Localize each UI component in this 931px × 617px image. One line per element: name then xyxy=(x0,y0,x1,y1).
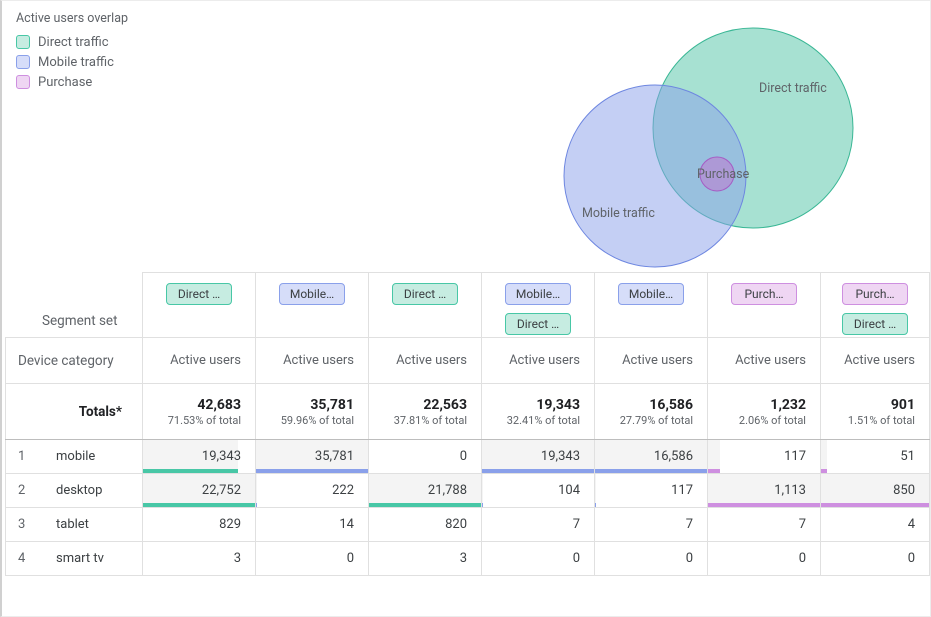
table-cell[interactable]: 14 xyxy=(256,508,369,542)
table-cell[interactable]: 4 xyxy=(821,508,930,542)
column-total: 35,78159.96% of total xyxy=(256,384,369,440)
column-header-chips: Purch… xyxy=(708,273,821,338)
legend-label: Mobile traffic xyxy=(38,55,114,70)
metric-heading[interactable]: Active users xyxy=(143,338,256,384)
segment-set-heading: Segment set xyxy=(6,273,143,338)
table-cell[interactable]: 21,788 xyxy=(369,474,482,508)
segment-chip-mobile[interactable]: Mobile… xyxy=(279,283,345,305)
table-cell[interactable]: 7 xyxy=(595,508,708,542)
table-cell[interactable]: 117 xyxy=(595,474,708,508)
metric-heading[interactable]: Active users xyxy=(369,338,482,384)
legend-swatch xyxy=(16,75,30,89)
column-header-chips: Mobile… xyxy=(595,273,708,338)
table-cell[interactable]: 3 xyxy=(143,542,256,576)
legend-label: Purchase xyxy=(38,75,92,90)
column-header-chips: Mobile… xyxy=(256,273,369,338)
row-dimension: 4smart tv xyxy=(6,542,143,576)
table-row[interactable]: 2desktop22,75222221,7881041171,113850 xyxy=(6,474,930,508)
venn-label-purchase: Purchase xyxy=(697,167,750,182)
metric-heading[interactable]: Active users xyxy=(256,338,369,384)
dimension-heading[interactable]: Device category xyxy=(6,338,143,384)
table-cell[interactable]: 0 xyxy=(708,542,821,576)
legend-swatch xyxy=(16,35,30,49)
table-cell[interactable]: 3 xyxy=(369,542,482,576)
segment-chip-purchase[interactable]: Purch… xyxy=(731,283,797,305)
segment-chip-purchase[interactable]: Purch… xyxy=(842,283,908,305)
table-cell[interactable]: 0 xyxy=(369,440,482,474)
metric-heading[interactable]: Active users xyxy=(595,338,708,384)
table-cell[interactable]: 35,781 xyxy=(256,440,369,474)
segment-chip-mobile[interactable]: Mobile… xyxy=(618,283,684,305)
segment-chip-direct[interactable]: Direct … xyxy=(842,313,908,335)
segment-table: Segment set Direct …Mobile…Direct …Mobil… xyxy=(5,272,929,576)
column-total: 9011.51% of total xyxy=(821,384,930,440)
column-total: 22,56337.81% of total xyxy=(369,384,482,440)
segment-chip-direct[interactable]: Direct … xyxy=(505,313,571,335)
table-cell[interactable]: 104 xyxy=(482,474,595,508)
segment-chip-mobile[interactable]: Mobile… xyxy=(505,283,571,305)
totals-label: Totals* xyxy=(6,384,143,440)
table-cell[interactable]: 222 xyxy=(256,474,369,508)
table-cell[interactable]: 820 xyxy=(369,508,482,542)
table-cell[interactable]: 850 xyxy=(821,474,930,508)
legend-swatch xyxy=(16,55,30,69)
table-cell[interactable]: 19,343 xyxy=(482,440,595,474)
table-cell[interactable]: 51 xyxy=(821,440,930,474)
table-cell[interactable]: 7 xyxy=(708,508,821,542)
venn-label-mobile: Mobile traffic xyxy=(582,206,655,221)
column-header-chips: Purch… Direct … xyxy=(821,273,930,338)
table-cell[interactable]: 0 xyxy=(482,542,595,576)
table-cell[interactable]: 16,586 xyxy=(595,440,708,474)
column-total: 19,34332.41% of total xyxy=(482,384,595,440)
segment-chip-direct[interactable]: Direct … xyxy=(392,283,458,305)
table-row[interactable]: 4smart tv3030000 xyxy=(6,542,930,576)
table-cell[interactable]: 829 xyxy=(143,508,256,542)
row-dimension: 2desktop xyxy=(6,474,143,508)
column-header-chips: Direct … xyxy=(369,273,482,338)
table-cell[interactable]: 1,113 xyxy=(708,474,821,508)
table-cell[interactable]: 22,752 xyxy=(143,474,256,508)
table-row[interactable]: 1mobile19,34335,781019,34316,58611751 xyxy=(6,440,930,474)
table-cell[interactable]: 0 xyxy=(595,542,708,576)
table-cell[interactable]: 117 xyxy=(708,440,821,474)
table-cell[interactable]: 0 xyxy=(256,542,369,576)
metric-heading[interactable]: Active users xyxy=(821,338,930,384)
column-total: 16,58627.79% of total xyxy=(595,384,708,440)
table-row[interactable]: 3tablet829148207774 xyxy=(6,508,930,542)
legend-label: Direct traffic xyxy=(38,35,109,50)
column-header-chips: Mobile… Direct … xyxy=(482,273,595,338)
column-total: 42,68371.53% of total xyxy=(143,384,256,440)
venn-diagram: Direct traffic Mobile traffic Purchase xyxy=(457,21,927,271)
metric-heading[interactable]: Active users xyxy=(708,338,821,384)
table-cell[interactable]: 7 xyxy=(482,508,595,542)
venn-label-direct: Direct traffic xyxy=(759,81,827,96)
row-dimension: 1mobile xyxy=(6,440,143,474)
row-dimension: 3tablet xyxy=(6,508,143,542)
table-cell[interactable]: 19,343 xyxy=(143,440,256,474)
column-total: 1,2322.06% of total xyxy=(708,384,821,440)
metric-heading[interactable]: Active users xyxy=(482,338,595,384)
column-header-chips: Direct … xyxy=(143,273,256,338)
table-cell[interactable]: 0 xyxy=(821,542,930,576)
segment-chip-direct[interactable]: Direct … xyxy=(166,283,232,305)
